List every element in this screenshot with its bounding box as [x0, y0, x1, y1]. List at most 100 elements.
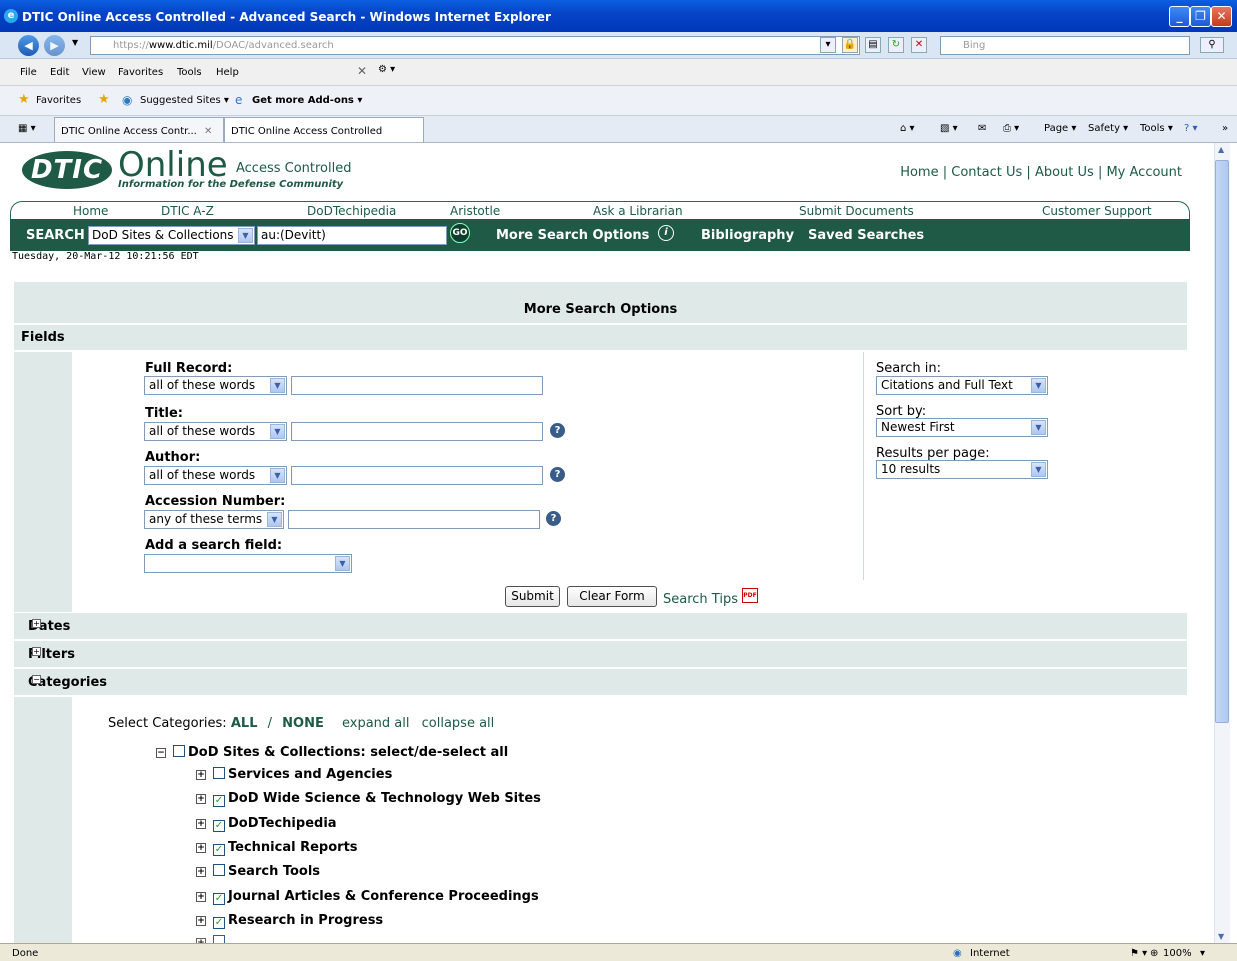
protected-mode-icon[interactable]: ⚑ ▾: [1130, 948, 1147, 959]
chevron-right-icon[interactable]: »: [1222, 123, 1228, 134]
expand-icon[interactable]: +: [32, 647, 41, 656]
lock-icon[interactable]: 🔒: [842, 37, 858, 53]
select-all-link[interactable]: ALL: [231, 716, 258, 731]
page-menu[interactable]: Page ▾: [1044, 123, 1076, 134]
accession-mode-select[interactable]: any of these terms ▼: [144, 510, 284, 529]
chevron-down-icon[interactable]: ▼: [335, 556, 350, 571]
minimize-button[interactable]: _: [1169, 6, 1190, 27]
menu-help[interactable]: Help: [216, 67, 239, 78]
nav-submit-documents[interactable]: Submit Documents: [799, 204, 914, 218]
submit-button[interactable]: Submit: [505, 586, 560, 607]
scrollbar-thumb[interactable]: [1215, 160, 1229, 723]
full-record-mode-select[interactable]: all of these words ▼: [144, 376, 287, 395]
expand-all-link[interactable]: expand all: [342, 716, 410, 731]
zoom-icon[interactable]: ⊕: [1150, 948, 1158, 959]
dtic-logo[interactable]: DTIC: [22, 151, 112, 189]
maximize-button[interactable]: ❐: [1190, 6, 1211, 27]
chevron-down-icon[interactable]: ▼: [238, 228, 253, 243]
collapse-icon[interactable]: −: [32, 675, 41, 684]
suggested-sites-link[interactable]: Suggested Sites ▾: [140, 95, 229, 106]
expand-icon[interactable]: +: [196, 916, 206, 926]
chevron-down-icon[interactable]: ▼: [270, 378, 285, 393]
category-checkbox[interactable]: [213, 864, 225, 876]
expand-icon[interactable]: +: [196, 794, 206, 804]
close-toolbar-icon[interactable]: ✕: [357, 64, 367, 78]
expand-icon[interactable]: +: [196, 843, 206, 853]
scroll-down-icon[interactable]: ▼: [1218, 932, 1224, 941]
print-icon[interactable]: ⎙ ▾: [1003, 123, 1019, 134]
title-input[interactable]: [291, 422, 543, 441]
sort-by-select[interactable]: Newest First ▼: [876, 418, 1048, 437]
add-favorite-icon[interactable]: ★: [98, 92, 110, 107]
category-checkbox[interactable]: [213, 767, 225, 779]
bing-search-input[interactable]: Bing: [940, 36, 1190, 55]
menu-favorites[interactable]: Favorites: [118, 67, 163, 78]
category-checkbox[interactable]: ✓: [213, 820, 225, 832]
pdf-icon[interactable]: PDF: [742, 588, 758, 603]
nav-home[interactable]: Home: [73, 204, 108, 218]
scroll-up-icon[interactable]: ▲: [1218, 145, 1224, 154]
history-dropdown-icon[interactable]: ▼: [72, 38, 78, 47]
help-icon[interactable]: ? ▾: [1184, 123, 1198, 134]
accession-input[interactable]: [288, 510, 540, 529]
author-mode-select[interactable]: all of these words ▼: [144, 466, 287, 485]
menu-edit[interactable]: Edit: [50, 67, 69, 78]
stop-icon[interactable]: ✕: [911, 37, 927, 53]
chevron-down-icon[interactable]: ▼: [270, 424, 285, 439]
search-icon[interactable]: ⚲: [1200, 37, 1224, 53]
menu-file[interactable]: File: [20, 67, 37, 78]
expand-icon[interactable]: +: [196, 770, 206, 780]
bibliography-link[interactable]: Bibliography: [701, 228, 794, 243]
category-root-checkbox[interactable]: [173, 745, 185, 757]
quick-tabs-icon[interactable]: ▦ ▾: [18, 123, 36, 134]
tab-2[interactable]: DTIC Online Access Controlled: [224, 117, 424, 142]
accession-help-icon[interactable]: ?: [546, 511, 561, 526]
search-in-select[interactable]: Citations and Full Text ▼: [876, 376, 1048, 395]
category-checkbox[interactable]: [213, 935, 225, 943]
dropdown-icon[interactable]: ▾: [820, 37, 836, 53]
saved-searches-link[interactable]: Saved Searches: [808, 228, 924, 243]
search-query-input[interactable]: au:(Devitt): [257, 226, 447, 245]
nav-customer-support[interactable]: Customer Support: [1042, 204, 1152, 218]
expand-icon[interactable]: +: [32, 619, 41, 628]
author-help-icon[interactable]: ?: [550, 467, 565, 482]
account-link[interactable]: My Account: [1106, 165, 1182, 180]
search-tips-link[interactable]: Search Tips: [663, 592, 738, 607]
expand-icon[interactable]: +: [196, 819, 206, 829]
menu-view[interactable]: View: [82, 67, 106, 78]
filters-band[interactable]: Filters +: [14, 641, 1187, 668]
go-button[interactable]: GO: [450, 223, 470, 243]
categories-band[interactable]: Categories −: [14, 669, 1187, 696]
home-icon[interactable]: ⌂ ▾: [900, 123, 915, 134]
refresh-icon[interactable]: ↻: [888, 37, 904, 53]
tab-close-icon[interactable]: ✕: [204, 126, 212, 137]
nav-ask-librarian[interactable]: Ask a Librarian: [593, 204, 683, 218]
chevron-down-icon[interactable]: ▼: [1031, 462, 1046, 477]
webslice-icon[interactable]: ⚙ ▾: [378, 64, 395, 75]
compat-view-icon[interactable]: ▤: [865, 37, 881, 53]
full-record-input[interactable]: [291, 376, 543, 395]
title-mode-select[interactable]: all of these words ▼: [144, 422, 287, 441]
nav-dodtechipedia[interactable]: DoDTechipedia: [307, 204, 396, 218]
tab-1[interactable]: DTIC Online Access Contr... ✕: [54, 117, 224, 142]
author-input[interactable]: [291, 466, 543, 485]
safety-menu[interactable]: Safety ▾: [1088, 123, 1128, 134]
menu-tools[interactable]: Tools: [177, 67, 202, 78]
zoom-level[interactable]: 100%: [1163, 948, 1192, 959]
chevron-down-icon[interactable]: ▼: [267, 512, 282, 527]
expand-icon[interactable]: +: [196, 892, 206, 902]
nav-dtic-az[interactable]: DTIC A-Z: [161, 204, 214, 218]
title-help-icon[interactable]: ?: [550, 423, 565, 438]
collapse-icon[interactable]: −: [156, 748, 166, 758]
clear-form-button[interactable]: Clear Form: [567, 586, 657, 607]
category-checkbox[interactable]: ✓: [213, 795, 225, 807]
nav-aristotle[interactable]: Aristotle: [450, 204, 500, 218]
category-checkbox[interactable]: ✓: [213, 917, 225, 929]
chevron-down-icon[interactable]: ▼: [1031, 378, 1046, 393]
favorites-button[interactable]: Favorites: [36, 95, 81, 106]
forward-button[interactable]: ▶: [44, 35, 65, 56]
dates-band[interactable]: Dates +: [14, 613, 1187, 640]
home-link[interactable]: Home: [900, 165, 938, 180]
category-checkbox[interactable]: ✓: [213, 844, 225, 856]
close-window-button[interactable]: ✕: [1211, 6, 1232, 27]
